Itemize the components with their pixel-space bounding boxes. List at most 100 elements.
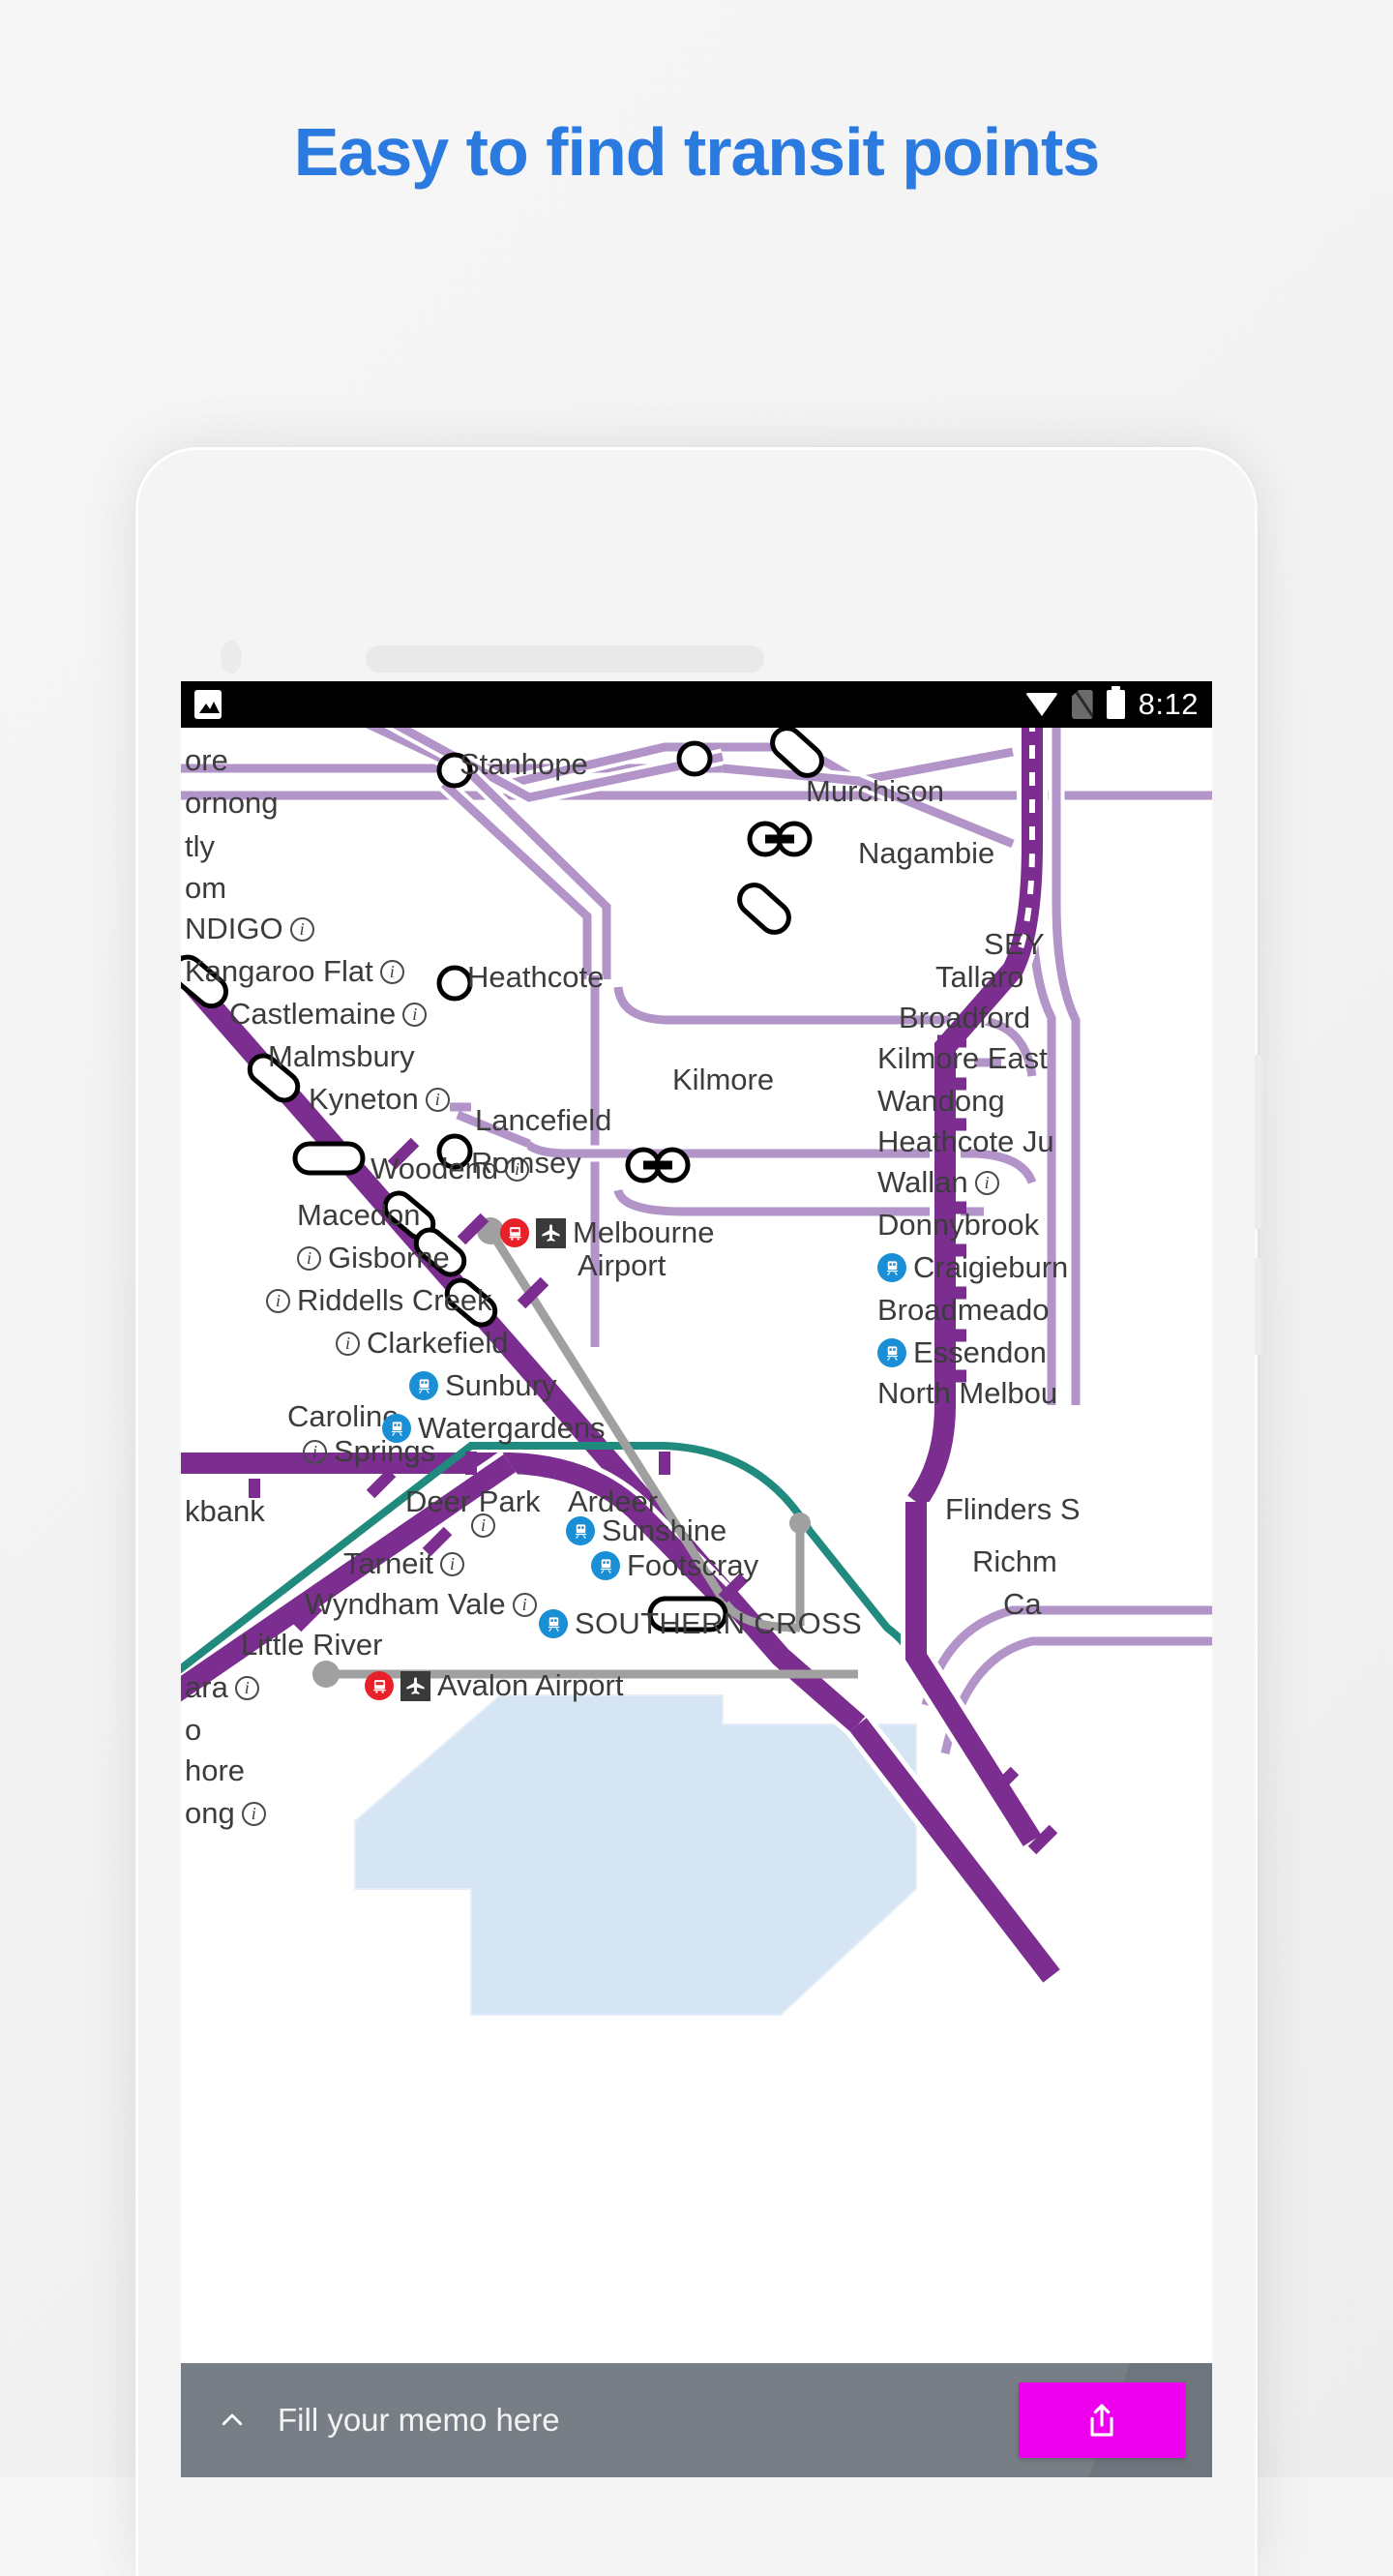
info-icon[interactable]: i: [303, 1439, 327, 1464]
map-station-label[interactable]: Kilmore: [672, 1063, 774, 1097]
map-station-label[interactable]: i Springs: [303, 1434, 435, 1469]
map-station-label[interactable]: i: [471, 1513, 495, 1538]
info-icon[interactable]: i: [425, 1087, 450, 1112]
map-station-label[interactable]: Richm: [972, 1544, 1057, 1579]
power-button: [1255, 1258, 1262, 1355]
map-station-name: Sunshine: [602, 1513, 727, 1547]
map-station-label[interactable]: Nagambie: [858, 836, 994, 871]
map-station-label[interactable]: Broadford: [899, 1001, 1030, 1035]
map-station-label[interactable]: Lancefield: [475, 1103, 611, 1138]
map-station-label[interactable]: Sunshine: [566, 1513, 726, 1548]
map-station-label[interactable]: SOUTHERN CROSS: [539, 1606, 862, 1641]
map-station-label[interactable]: Kilmore East: [877, 1041, 1048, 1076]
map-station-label[interactable]: Ca: [1003, 1587, 1042, 1622]
train-icon: [877, 1338, 906, 1367]
map-station-label[interactable]: ore: [185, 743, 228, 778]
info-icon[interactable]: i: [440, 1551, 465, 1576]
map-station-name: Avalon Airport: [437, 1668, 624, 1702]
map-station-label[interactable]: Essendon: [877, 1335, 1047, 1370]
map-station-label[interactable]: ong i: [185, 1796, 266, 1831]
map-station-label[interactable]: Footscray: [591, 1548, 758, 1583]
map-station-label[interactable]: Murchison: [806, 774, 944, 809]
map-station-label[interactable]: om: [185, 871, 226, 906]
map-station-label[interactable]: i Clarkefield: [336, 1326, 508, 1361]
status-bar: 8:12: [181, 681, 1212, 728]
map-station-label[interactable]: tly: [185, 829, 215, 864]
map-station-label[interactable]: North Melbou: [877, 1376, 1057, 1411]
map-station-name: ong: [185, 1796, 235, 1830]
info-icon[interactable]: i: [336, 1331, 360, 1356]
map-station-label[interactable]: Broadmeado: [877, 1293, 1050, 1328]
map-station-label[interactable]: Wyndham Vale i: [305, 1587, 537, 1622]
map-station-label[interactable]: NDIGO i: [185, 912, 314, 946]
map-station-label[interactable]: Kyneton i: [309, 1082, 450, 1117]
airplane-icon: [536, 1217, 566, 1248]
map-station-name: kbank: [185, 1494, 265, 1528]
share-icon: [1090, 2404, 1113, 2437]
map-station-label[interactable]: i Riddells Creek: [266, 1283, 492, 1318]
map-station-label[interactable]: SEY: [984, 927, 1045, 962]
map-station-label[interactable]: hore: [185, 1753, 245, 1788]
info-icon[interactable]: i: [266, 1288, 290, 1313]
map-station-name: Broadmeado: [877, 1293, 1050, 1327]
info-icon[interactable]: i: [297, 1245, 321, 1271]
map-station-name: Kyneton: [309, 1082, 419, 1116]
map-station-label[interactable]: Little River: [241, 1628, 382, 1662]
earpiece-speaker: [366, 645, 764, 673]
info-icon[interactable]: i: [241, 1801, 266, 1826]
info-icon[interactable]: i: [974, 1170, 999, 1195]
map-station-label[interactable]: Wallan i: [877, 1165, 999, 1200]
map-station-name: Stanhope: [459, 747, 588, 781]
memo-bar[interactable]: Fill your memo here: [181, 2363, 1212, 2477]
map-station-label[interactable]: ornong: [185, 786, 279, 821]
map-station-label[interactable]: Tallaro: [935, 960, 1023, 995]
map-station-name: Tarneit: [343, 1546, 434, 1580]
map-station-label[interactable]: Castlemaine i: [229, 997, 428, 1032]
map-station-name: Murchison: [806, 774, 944, 808]
front-camera-icon: [221, 641, 242, 674]
map-station-label[interactable]: Sunbury: [409, 1368, 556, 1403]
map-station-name: Heathcote: [467, 960, 605, 994]
info-icon[interactable]: i: [379, 959, 404, 984]
map-station-label[interactable]: Melbourne: [500, 1215, 714, 1250]
share-button[interactable]: [1019, 2382, 1185, 2458]
transit-map[interactable]: .lp { fill:none; stroke:#b294c9; stroke-…: [181, 728, 1212, 2477]
map-station-name: Wandong: [877, 1084, 1005, 1118]
map-station-name: Richm: [972, 1544, 1057, 1578]
map-station-label[interactable]: Stanhope: [459, 747, 588, 782]
map-station-label[interactable]: i Gisborne: [297, 1241, 450, 1275]
map-station-name: Airport: [578, 1248, 667, 1282]
map-station-label[interactable]: Wandong: [877, 1084, 1005, 1119]
map-station-label[interactable]: kbank: [185, 1494, 265, 1529]
map-station-name: Springs: [334, 1434, 436, 1468]
map-station-label[interactable]: Tarneit i: [343, 1546, 465, 1581]
bus-icon: [500, 1218, 529, 1247]
map-station-label[interactable]: Romsey: [471, 1146, 581, 1181]
map-station-label[interactable]: Airport: [578, 1248, 666, 1283]
map-station-label[interactable]: Craigieburn: [877, 1250, 1068, 1285]
map-station-label[interactable]: Heathcote: [467, 960, 604, 995]
map-station-label[interactable]: ara i: [185, 1670, 259, 1705]
map-station-name: Tallaro: [935, 960, 1024, 994]
map-station-name: ornong: [185, 786, 279, 820]
chevron-up-icon[interactable]: [216, 2404, 249, 2437]
info-icon[interactable]: i: [471, 1513, 495, 1538]
info-icon[interactable]: i: [234, 1675, 259, 1700]
map-station-name: Nagambie: [858, 836, 995, 870]
map-station-label[interactable]: Macedon: [297, 1198, 421, 1233]
map-station-label[interactable]: Flinders S: [945, 1492, 1081, 1527]
map-station-label[interactable]: Heathcote Ju: [877, 1124, 1054, 1159]
memo-input[interactable]: Fill your memo here: [278, 2402, 560, 2439]
map-station-label[interactable]: Kangaroo Flat i: [185, 954, 404, 989]
info-icon[interactable]: i: [402, 1002, 428, 1027]
battery-icon: [1106, 686, 1125, 719]
map-station-name: tly: [185, 829, 215, 863]
map-station-label[interactable]: Malmsbury: [268, 1039, 415, 1074]
map-station-label[interactable]: Donnybrook: [877, 1208, 1039, 1243]
map-station-name: Craigieburn: [913, 1250, 1069, 1284]
info-icon[interactable]: i: [289, 916, 314, 942]
info-icon[interactable]: i: [512, 1592, 537, 1617]
map-station-label[interactable]: o: [185, 1713, 201, 1748]
train-icon: [409, 1371, 438, 1400]
map-station-label[interactable]: Avalon Airport: [365, 1668, 623, 1703]
